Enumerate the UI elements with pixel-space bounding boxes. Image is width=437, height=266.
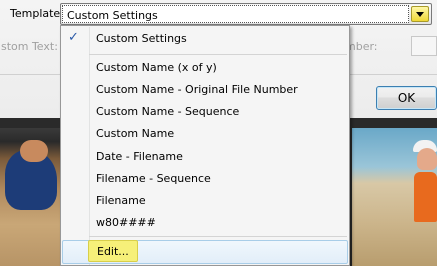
- menu-item-label: Custom Name (x of y): [96, 61, 217, 74]
- start-number-field[interactable]: [411, 36, 437, 56]
- menu-item-edit[interactable]: Edit...: [62, 240, 348, 264]
- menu-item-w80[interactable]: w80####: [62, 212, 348, 234]
- menu-item-custom-name[interactable]: Custom Name: [62, 123, 348, 145]
- template-dropdown-list: ✓ Custom Settings Custom Name (x of y) C…: [60, 25, 350, 266]
- photo-subject: [414, 172, 437, 222]
- checkmark-icon: ✓: [68, 30, 79, 45]
- menu-item-custom-name-x-of-y[interactable]: Custom Name (x of y): [62, 57, 348, 79]
- template-select-field[interactable]: Custom Settings: [62, 5, 409, 23]
- photo-subject: [20, 140, 48, 162]
- custom-text-label: ustom Text:: [0, 40, 58, 53]
- template-label: Template:: [10, 7, 64, 20]
- chevron-down-icon: [416, 12, 424, 17]
- menu-item-label: Custom Name - Original File Number: [96, 83, 298, 96]
- menu-item-label: Filename - Sequence: [96, 172, 211, 185]
- menu-item-custom-name-original-file-number[interactable]: Custom Name - Original File Number: [62, 79, 348, 101]
- menu-item-custom-name-sequence[interactable]: Custom Name - Sequence: [62, 101, 348, 123]
- template-select[interactable]: Custom Settings: [60, 3, 432, 25]
- menu-separator: [89, 54, 347, 55]
- dropdown-arrow-button[interactable]: [411, 6, 429, 22]
- menu-item-filename[interactable]: Filename: [62, 190, 348, 212]
- menu-item-label: Custom Name - Sequence: [96, 105, 240, 118]
- photo-subject: [417, 148, 437, 170]
- menu-item-filename-sequence[interactable]: Filename - Sequence: [62, 168, 348, 190]
- menu-separator: [89, 236, 347, 237]
- menu-item-label: Filename: [96, 194, 146, 207]
- menu-item-date-filename[interactable]: Date - Filename: [62, 146, 348, 168]
- menu-item-label: Custom Settings: [96, 32, 187, 45]
- menu-item-custom-settings[interactable]: ✓ Custom Settings: [62, 28, 348, 50]
- template-select-value: Custom Settings: [67, 9, 158, 22]
- menu-item-label: Custom Name: [96, 127, 175, 140]
- menu-item-label: Edit...: [97, 245, 129, 258]
- menu-item-label: Date - Filename: [96, 150, 183, 163]
- menu-item-label: w80####: [96, 216, 156, 229]
- ok-button[interactable]: OK: [376, 86, 437, 110]
- edit-highlight: Edit...: [88, 240, 138, 262]
